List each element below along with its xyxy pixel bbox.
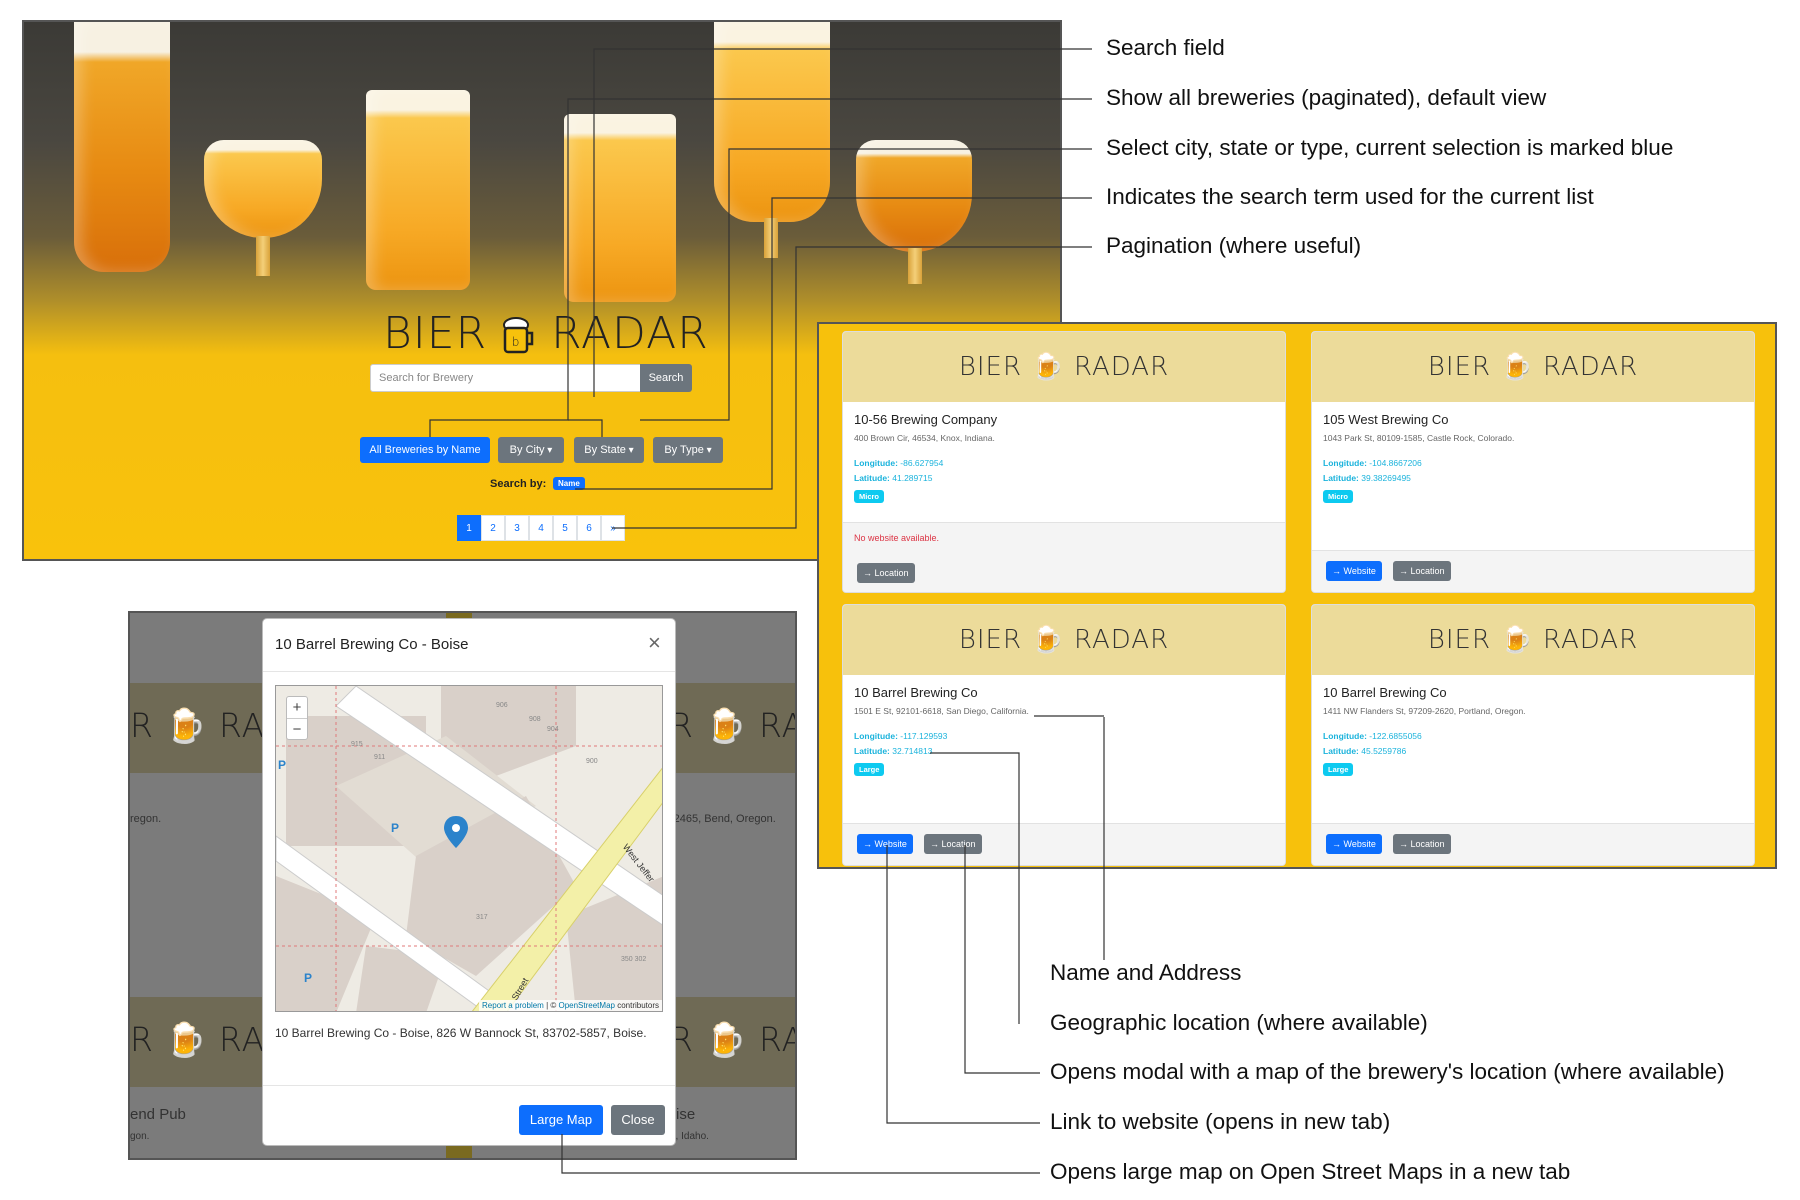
annotation-link-website: Link to website (opens in new tab) [1050,1109,1391,1134]
annotation-search-field: Search field [1106,35,1225,60]
annotation-opens-modal: Opens modal with a map of the brewery's … [1050,1059,1725,1084]
annotation-geo: Geographic location (where available) [1050,1010,1428,1035]
annotation-show-all: Show all breweries (paginated), default … [1106,85,1547,110]
annotation-pagination: Pagination (where useful) [1106,233,1362,258]
annotation-indicates: Indicates the search term used for the c… [1106,184,1594,209]
annotation-name-address: Name and Address [1050,960,1242,985]
annotation-select: Select city, state or type, current sele… [1106,135,1674,160]
annotation-large-map: Opens large map on Open Street Maps in a… [1050,1159,1571,1184]
callout-lines [429,48,1105,1174]
